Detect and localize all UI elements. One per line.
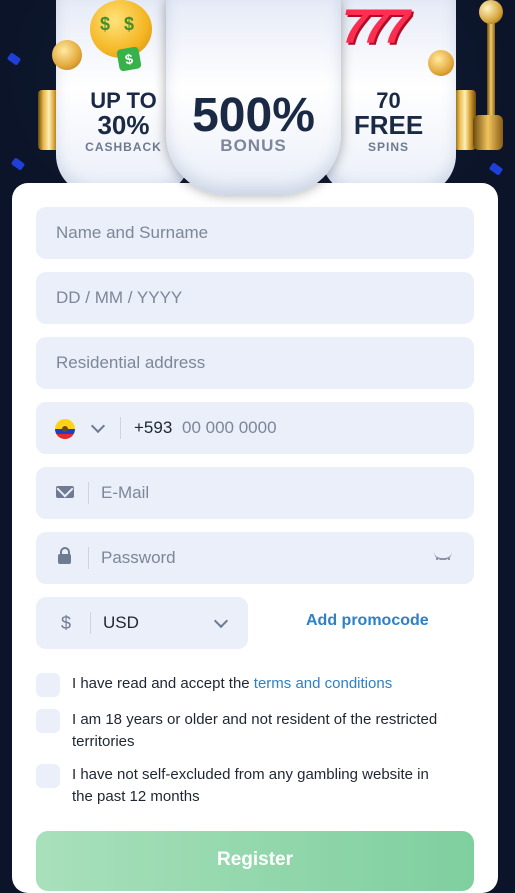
password-placeholder: Password bbox=[101, 548, 176, 567]
self-exclusion-checkbox[interactable] bbox=[36, 764, 60, 788]
email-field[interactable]: E-Mail bbox=[36, 467, 474, 519]
register-label: Register bbox=[216, 849, 294, 870]
phone-country-code: +593 bbox=[134, 418, 173, 437]
spins-line2: FREE bbox=[353, 110, 424, 140]
date-of-birth-field[interactable]: DD / MM / YYYY bbox=[36, 272, 474, 324]
name-field[interactable]: Name and Surname bbox=[36, 207, 474, 259]
dollar-bill-icon: $ bbox=[116, 46, 142, 72]
email-placeholder: E-Mail bbox=[101, 483, 150, 502]
slot-lever bbox=[473, 0, 505, 150]
age-checkbox[interactable] bbox=[36, 709, 60, 733]
phone-placeholder: 00 000 0000 bbox=[182, 418, 277, 437]
divider bbox=[90, 612, 91, 634]
age-checkbox-label: I am 18 years or older and not resident … bbox=[72, 711, 438, 750]
triple-seven-icon: 777 bbox=[342, 1, 410, 54]
terms-checkbox-label: I have read and accept the terms and con… bbox=[72, 675, 393, 692]
dob-placeholder: DD / MM / YYYY bbox=[56, 288, 183, 307]
bonus-caption: BONUS bbox=[220, 136, 287, 155]
eye-closed-icon[interactable] bbox=[434, 552, 454, 562]
divider bbox=[88, 482, 89, 504]
chevron-down-icon[interactable] bbox=[90, 418, 106, 434]
address-placeholder: Residential address bbox=[56, 353, 206, 372]
currency-value: USD bbox=[103, 613, 139, 632]
divider bbox=[88, 547, 89, 569]
address-field[interactable]: Residential address bbox=[36, 337, 474, 389]
password-field[interactable]: Password bbox=[36, 532, 474, 584]
bonus-headline: 500% bbox=[192, 89, 315, 142]
bonus-reel: 500% BONUS bbox=[166, 0, 341, 195]
ecuador-flag-icon[interactable] bbox=[55, 419, 75, 439]
divider bbox=[120, 417, 121, 439]
terms-link[interactable]: terms and conditions bbox=[254, 675, 392, 692]
dollar-icon: $ bbox=[61, 613, 72, 633]
currency-select[interactable]: $ USD bbox=[36, 597, 248, 649]
coin-icon bbox=[52, 40, 82, 70]
register-button[interactable]: Register bbox=[36, 831, 474, 891]
phone-field[interactable]: +593 00 000 0000 bbox=[36, 402, 474, 454]
spins-line1: 70 bbox=[376, 88, 401, 113]
terms-checkbox[interactable] bbox=[36, 673, 60, 697]
self-exclusion-checkbox-label: I have not self-excluded from any gambli… bbox=[72, 766, 429, 805]
chevron-down-icon bbox=[213, 613, 229, 629]
lock-icon bbox=[58, 547, 71, 564]
spins-caption: SPINS bbox=[367, 140, 409, 154]
add-promocode-link[interactable]: Add promocode bbox=[306, 612, 429, 630]
mail-icon bbox=[56, 486, 74, 498]
name-placeholder: Name and Surname bbox=[56, 223, 209, 242]
coin-icon bbox=[428, 50, 454, 76]
